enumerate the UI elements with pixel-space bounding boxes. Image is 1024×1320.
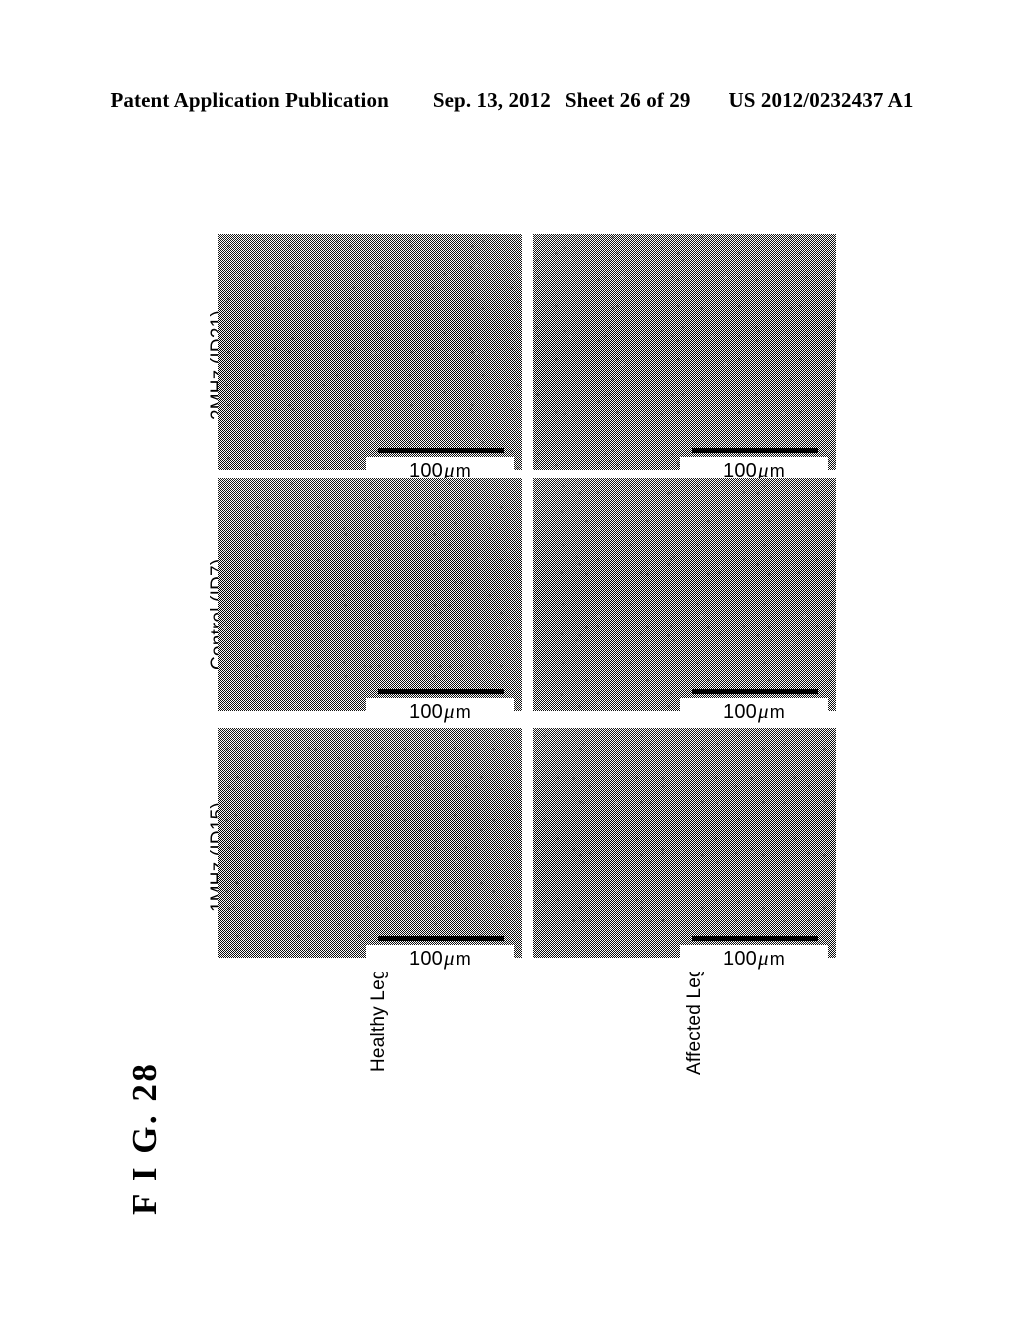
- scale-bar-caption: 100μm: [366, 945, 514, 972]
- micrograph-grain-overlay: [218, 478, 522, 711]
- scale-bar-group: 100μm: [680, 936, 828, 974]
- micrograph-image: [533, 728, 836, 958]
- scale-bar-group: 100μm: [366, 936, 514, 974]
- scale-bar-unit: m: [769, 949, 785, 969]
- header-publication-date: Sep. 13, 2012: [432, 88, 551, 112]
- column-label-healthy-leg-text: Healthy Leg: [368, 968, 389, 1072]
- scale-bar-line: [378, 689, 504, 694]
- micrograph-image: [218, 234, 522, 470]
- micrograph-grain-overlay: [218, 728, 522, 958]
- micrograph-grain-overlay: [533, 478, 836, 711]
- micrograph-grain-overlay: [533, 234, 836, 470]
- micrograph-shading-overlay: [533, 728, 836, 958]
- scale-bar-group: 100μm: [680, 689, 828, 727]
- panel-control-healthy: 100μm: [218, 478, 522, 725]
- scale-bar-line: [378, 936, 504, 941]
- scale-bar-mu-symbol: μ: [444, 946, 455, 970]
- micrograph-shading-overlay: [218, 728, 522, 958]
- micrograph-grid: 100μm 100μm 100μm 100μm 100μm 100μm: [218, 234, 836, 972]
- micrograph-shading-overlay: [533, 234, 836, 470]
- scale-bar-group: 100μm: [366, 689, 514, 727]
- panel-control-affected: 100μm: [533, 478, 836, 725]
- micrograph-grain-overlay: [533, 728, 836, 958]
- panel-1mhz-affected: 100μm: [533, 728, 836, 972]
- column-label-affected-leg-text: Affected Leg: [684, 966, 705, 1075]
- scale-bar-caption: 100μm: [366, 698, 514, 725]
- column-label-affected-leg: Affected Leg: [684, 966, 706, 1075]
- scale-bar-line: [692, 936, 818, 941]
- scale-bar-line: [692, 448, 818, 453]
- scale-bar-line: [692, 689, 818, 694]
- scale-bar-caption: 100μm: [680, 945, 828, 972]
- figure-label: F I G. 28: [125, 1061, 164, 1215]
- scale-bar-value: 100: [409, 701, 444, 723]
- micrograph-grain-overlay: [218, 234, 522, 470]
- scale-bar-unit: m: [455, 949, 471, 969]
- panel-2mhz-healthy: 100μm: [218, 234, 522, 484]
- header-publication-title: Patent Application Publication: [110, 88, 389, 112]
- column-label-healthy-leg: Healthy Leg: [368, 968, 390, 1072]
- scale-bar-line: [378, 448, 504, 453]
- scale-bar-mu-symbol: μ: [758, 699, 769, 723]
- scale-bar-caption: 100μm: [680, 698, 828, 725]
- micrograph-image: [533, 234, 836, 470]
- scale-bar-value: 100: [723, 701, 758, 723]
- scale-bar-unit: m: [455, 702, 471, 722]
- scale-bar-value: 100: [409, 948, 444, 970]
- scale-bar-value: 100: [723, 948, 758, 970]
- micrograph-image: [218, 728, 522, 958]
- header-document-number: US 2012/0232437 A1: [728, 88, 914, 112]
- panel-2mhz-affected: 100μm: [533, 234, 836, 484]
- scale-bar-mu-symbol: μ: [444, 699, 455, 723]
- micrograph-image: [218, 478, 522, 711]
- header-sheet-number: Sheet 26 of 29: [564, 88, 691, 112]
- scale-bar-mu-symbol: μ: [758, 946, 769, 970]
- panel-1mhz-healthy: 100μm: [218, 728, 522, 972]
- micrograph-shading-overlay: [218, 478, 522, 711]
- micrograph-shading-overlay: [533, 478, 836, 711]
- page-header: Patent Application Publication Sep. 13, …: [0, 88, 1024, 114]
- scale-bar-unit: m: [769, 702, 785, 722]
- micrograph-image: [533, 478, 836, 711]
- micrograph-shading-overlay: [218, 234, 522, 470]
